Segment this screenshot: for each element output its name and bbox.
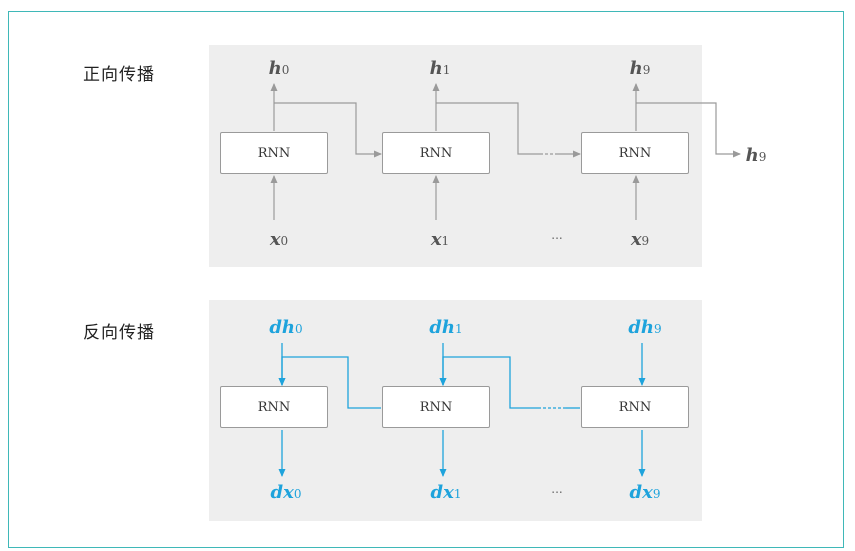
backward-rnn-box-1: RNN	[382, 386, 490, 428]
backward-rnn-box-9: RNN	[581, 386, 689, 428]
backward-output-dx1: dx1	[430, 482, 462, 503]
backward-input-dh1: dh1	[429, 317, 463, 338]
backward-ellipsis: ...	[551, 482, 563, 496]
forward-input-x1: x1	[430, 229, 450, 250]
forward-input-x0: x0	[269, 229, 289, 250]
backward-input-dh9: dh9	[628, 317, 662, 338]
backward-output-dx0: dx0	[270, 482, 302, 503]
forward-rnn-box-1: RNN	[382, 132, 490, 174]
backward-rnn-box-0: RNN	[220, 386, 328, 428]
backward-input-dh0: dh0	[269, 317, 303, 338]
forward-output-h9: h9	[629, 58, 651, 79]
forward-input-x9: x9	[630, 229, 650, 250]
forward-output-h1: h1	[429, 58, 451, 79]
forward-ellipsis: ...	[551, 228, 563, 242]
forward-rnn-box-9: RNN	[581, 132, 689, 174]
forward-final-output-h9: h9	[745, 145, 767, 166]
connection-wires	[270, 83, 741, 477]
forward-rnn-box-0: RNN	[220, 132, 328, 174]
forward-output-h0: h0	[268, 58, 290, 79]
backward-output-dx9: dx9	[629, 482, 661, 503]
